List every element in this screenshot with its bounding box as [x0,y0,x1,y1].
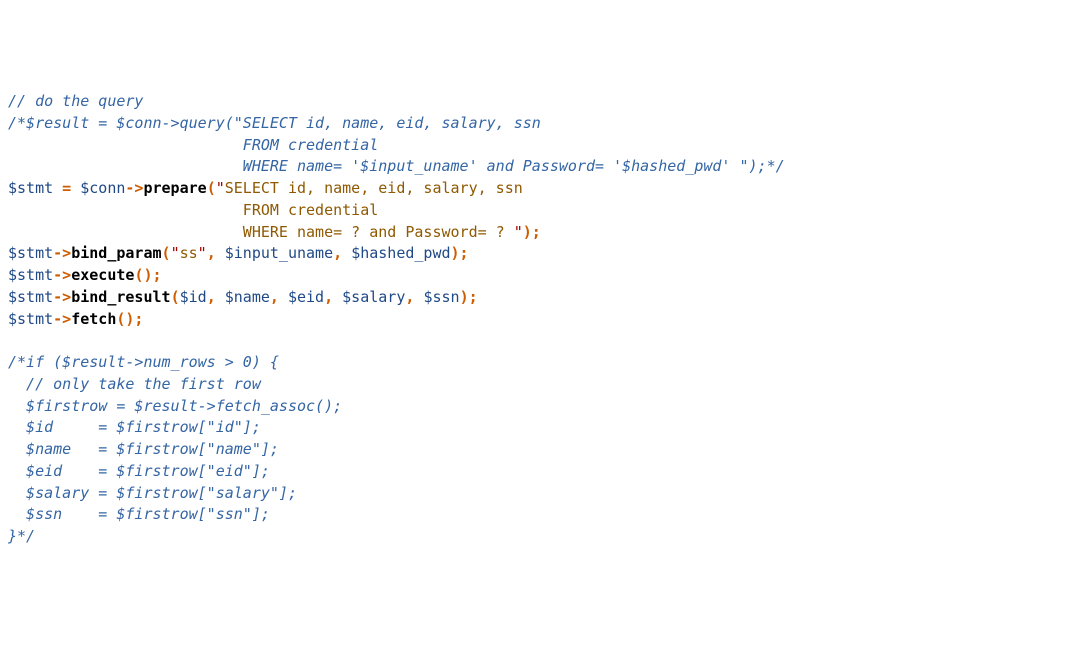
comment-line: // do the query [8,92,143,110]
method-name: fetch [71,310,116,328]
comment-line: }*/ [8,527,35,545]
comma: , [270,288,288,306]
variable: $input_uname [225,244,333,262]
paren-open: ( [162,244,171,262]
string-content: WHERE name= ? and Password= ? [8,223,514,241]
variable: $salary [342,288,405,306]
operator-arrow: -> [53,288,71,306]
comment-line: FROM credential [8,136,378,154]
operator-arrow: -> [53,310,71,328]
variable: $conn [80,179,125,197]
paren-close: ); [451,244,469,262]
method-name: bind_param [71,244,161,262]
paren-open: ( [207,179,216,197]
paren-open: ( [171,288,180,306]
method-name: prepare [143,179,206,197]
operator-arrow: -> [125,179,143,197]
variable: $stmt [8,179,53,197]
paren-close: (); [134,266,161,284]
comma: , [324,288,342,306]
string-content: ss [180,244,198,262]
variable: $stmt [8,244,53,262]
variable: $stmt [8,266,53,284]
variable: $ssn [423,288,459,306]
comma: , [207,288,225,306]
string-quote: " [198,244,207,262]
operator-arrow: -> [53,266,71,284]
method-name: execute [71,266,134,284]
paren-close: (); [116,310,143,328]
comma: , [405,288,423,306]
variable: $stmt [8,288,53,306]
code-block: // do the query /*$result = $conn->query… [8,91,1084,548]
variable: $stmt [8,310,53,328]
comment-line: $ssn = $firstrow["ssn"]; [8,505,270,523]
variable: $eid [288,288,324,306]
comment-line: $eid = $firstrow["eid"]; [8,462,270,480]
comment-line: $salary = $firstrow["salary"]; [8,484,297,502]
comment-line: WHERE name= '$input_uname' and Password=… [8,157,785,175]
comma: , [207,244,225,262]
operator-arrow: -> [53,244,71,262]
paren-close: ); [460,288,478,306]
method-name: bind_result [71,288,170,306]
variable: $name [225,288,270,306]
variable: $hashed_pwd [351,244,450,262]
variable: $id [180,288,207,306]
string-quote: " [171,244,180,262]
comment-line: /*$result = $conn->query("SELECT id, nam… [8,114,541,132]
comment-line: // only take the first row [8,375,261,393]
comment-line: $firstrow = $result->fetch_assoc(); [8,397,342,415]
comment-line: $name = $firstrow["name"]; [8,440,279,458]
comma: , [333,244,351,262]
string-content: FROM credential [8,201,378,219]
string-quote: " [216,179,225,197]
comment-line: $id = $firstrow["id"]; [8,418,261,436]
string-quote: " [514,223,523,241]
string-content: SELECT id, name, eid, salary, ssn [225,179,523,197]
comment-line: /*if ($result->num_rows > 0) { [8,353,279,371]
operator: = [53,179,80,197]
paren-close: ); [523,223,541,241]
